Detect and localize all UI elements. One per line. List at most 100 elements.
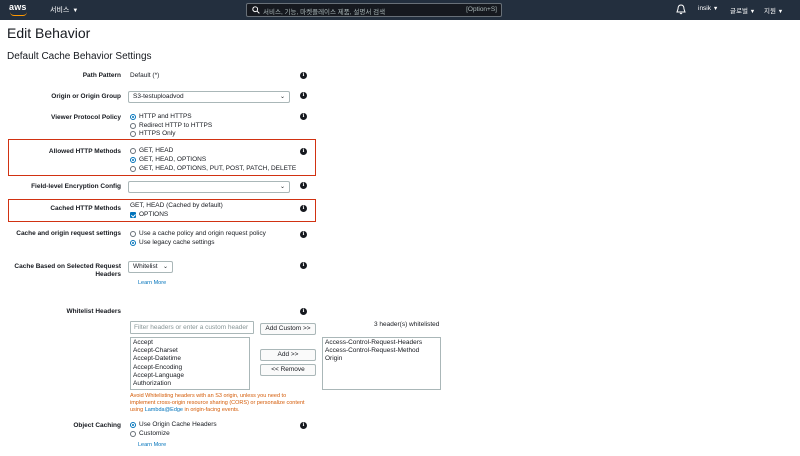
info-icon[interactable]: i [300,262,307,269]
add-header-button[interactable]: Add >> [260,349,316,361]
available-headers-list[interactable]: Accept Accept-Charset Accept-Datetime Ac… [130,337,250,390]
region-menu[interactable]: 글로벌 ▼ [730,5,755,15]
search-icon [252,6,260,14]
list-item[interactable]: Accept [133,339,247,347]
cache-headers-value: Whitelist [133,263,158,270]
aws-logo[interactable]: aws [9,2,35,18]
list-item[interactable]: Access-Control-Request-Headers [325,339,438,347]
list-item[interactable]: Access-Control-Request-Method [325,347,438,355]
list-item[interactable]: Accept-Charset [133,347,247,355]
radio-icon [130,166,136,172]
allowed-methods-label: Allowed HTTP Methods [48,148,121,155]
field-encryption-label: Field-level Encryption Config [31,183,121,190]
header-filter-input[interactable]: Filter headers or enter a custom header [130,321,254,334]
cache-headers-select[interactable]: Whitelist ⌄ [128,261,173,273]
notification-bell-icon[interactable] [676,4,686,15]
radio-icon [130,122,136,129]
option-label: GET, HEAD, OPTIONS, PUT, POST, PATCH, DE… [139,165,297,172]
object-caching-option-origin-headers[interactable]: Use Origin Cache Headers [130,421,217,429]
whitelisted-headers-list[interactable]: Access-Control-Request-Headers Access-Co… [322,337,441,390]
page-title: Edit Behavior [7,25,91,41]
chevron-down-icon: ⌄ [279,94,285,100]
viewer-protocol-option-https-only[interactable]: HTTPS Only [130,130,175,138]
option-label: Customize [139,430,170,437]
user-name: insik [698,5,712,12]
cache-settings-option-legacy[interactable]: Use legacy cache settings [130,239,215,247]
list-item[interactable]: Origin [325,355,438,363]
cache-headers-learn-more-link[interactable]: Learn More [138,280,166,286]
radio-selected-icon [130,240,136,246]
s3-whitelist-warning: Avoid Whitelisting headers with an S3 or… [130,393,308,414]
cached-methods-default-text: GET, HEAD (Cached by default) [130,202,223,209]
option-label: Use a cache policy and origin request po… [139,230,266,237]
lambda-edge-link[interactable]: Lambda@Edge [145,407,183,413]
cached-methods-label: Cached HTTP Methods [50,205,121,212]
origin-select[interactable]: S3-testuploadvod ⌄ [128,91,290,103]
user-menu[interactable]: insik ▼ [698,5,718,12]
checkbox-checked-icon [130,212,136,218]
cached-methods-options-checkbox[interactable]: OPTIONS [130,211,168,219]
caret-down-icon: ▼ [72,8,79,14]
list-item[interactable]: Accept-Encoding [133,364,247,372]
list-item[interactable]: Accept-Language [133,372,247,380]
support-label: 지원 [764,8,776,15]
radio-icon [130,231,136,237]
info-icon[interactable]: i [300,148,307,155]
chevron-down-icon: ⌄ [279,184,285,190]
cache-settings-label: Cache and origin request settings [16,230,121,237]
origin-select-value: S3-testuploadvod [133,93,184,100]
path-pattern-label: Path Pattern [82,72,121,79]
info-icon[interactable]: i [300,205,307,212]
viewer-protocol-option-redirect[interactable]: Redirect HTTP to HTTPS [130,122,212,130]
field-encryption-select[interactable]: ⌄ [128,181,290,193]
caret-down-icon: ▼ [777,9,784,15]
info-icon[interactable]: i [300,422,307,429]
radio-icon [130,148,136,154]
info-icon[interactable]: i [300,92,307,99]
aws-smile-icon [10,12,27,16]
add-custom-button[interactable]: Add Custom >> [260,323,316,335]
info-icon[interactable]: i [300,182,307,189]
remove-header-button[interactable]: << Remove [260,364,316,376]
option-label: Use Origin Cache Headers [139,421,217,428]
viewer-protocol-option-http-https[interactable]: HTTP and HTTPS [130,113,192,121]
chevron-down-icon: ⌄ [162,264,168,270]
allowed-methods-option-get-head[interactable]: GET, HEAD [130,147,173,155]
radio-icon [130,431,136,437]
top-navigation-bar: aws 서비스 ▼ 서비스, 기능, 마켓플레이스 제품, 설명서 검색 [Opt… [0,0,800,20]
path-pattern-value: Default (*) [130,72,160,79]
cache-settings-option-policy[interactable]: Use a cache policy and origin request po… [130,230,266,238]
services-label: 서비스 [50,7,70,14]
info-icon[interactable]: i [300,113,307,120]
whitelisted-count: 3 header(s) whitelisted [374,321,440,328]
list-item[interactable]: Accept-Datetime [133,355,247,363]
radio-selected-icon [130,114,136,120]
support-menu[interactable]: 지원 ▼ [764,5,783,15]
section-title: Default Cache Behavior Settings [7,51,152,62]
caret-down-icon: ▼ [712,6,719,12]
cache-headers-label: Cache Based on Selected Request Headers [14,263,121,278]
checkbox-label: OPTIONS [139,211,169,218]
info-icon[interactable]: i [300,72,307,79]
object-caching-option-customize[interactable]: Customize [130,430,170,438]
info-icon[interactable]: i [300,308,307,315]
option-label: GET, HEAD [139,147,174,154]
object-caching-label: Object Caching [73,422,121,429]
global-search-box[interactable]: 서비스, 기능, 마켓플레이스 제품, 설명서 검색 [Option+S] [246,3,502,17]
option-label: Redirect HTTP to HTTPS [139,121,213,129]
object-caching-learn-more-link[interactable]: Learn More [138,442,166,448]
list-item[interactable]: Authorization [133,380,247,388]
radio-selected-icon [130,157,136,163]
allowed-methods-option-all[interactable]: GET, HEAD, OPTIONS, PUT, POST, PATCH, DE… [130,165,296,173]
services-menu[interactable]: 서비스 ▼ [50,5,78,15]
allowed-methods-option-get-head-options[interactable]: GET, HEAD, OPTIONS [130,156,206,164]
origin-label: Origin or Origin Group [51,93,121,100]
aws-logo-text: aws [9,2,27,12]
option-label: HTTP and HTTPS [139,113,192,120]
option-label: GET, HEAD, OPTIONS [139,156,207,163]
warning-text-end: in origin-facing events. [183,407,240,413]
whitelist-headers-label: Whitelist Headers [66,308,121,315]
info-icon[interactable]: i [300,231,307,238]
search-placeholder: 서비스, 기능, 마켓플레이스 제품, 설명서 검색 [263,9,386,16]
radio-icon [130,131,136,137]
